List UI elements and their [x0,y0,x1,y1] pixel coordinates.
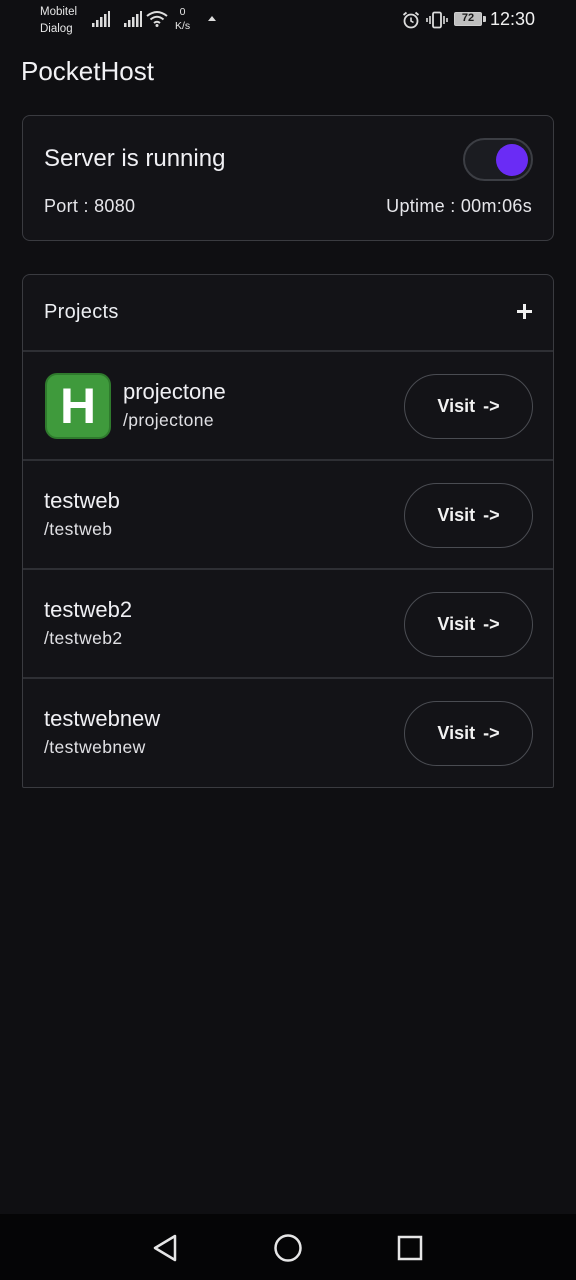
uptime-text: Uptime : 00m:06s [386,196,532,216]
project-row: testweb2 /testweb2 Visit -> [23,570,553,679]
project-path: /testwebnew [44,737,146,757]
port-text: Port : 8080 [44,196,136,216]
visit-label: Visit [437,505,476,525]
project-row: H projectone /projectone Visit -> [23,352,553,461]
projects-title: Projects [44,301,119,323]
upload-icon [208,16,216,21]
projects-card: Projects H projectone /projectone Visit -… [22,274,554,788]
carrier-2: Dialog [40,23,73,35]
arrow-icon: -> [483,723,500,743]
battery-icon: 72 [454,12,486,26]
visit-button[interactable]: Visit -> [404,374,533,439]
carrier-names: Mobitel Dialog [40,4,77,38]
server-toggle[interactable] [463,138,533,181]
status-bar: Mobitel Dialog 0 K/s 72 12:30 [0,0,576,44]
net-speed: 0 K/s [175,5,190,33]
wifi-icon [146,11,168,27]
project-name: testweb2 [44,597,133,622]
arrow-icon: -> [483,396,500,416]
project-name: testwebnew [44,706,161,731]
project-path: /testweb2 [44,628,123,648]
app-screen: Mobitel Dialog 0 K/s 72 12:30 PocketHost… [0,0,576,1280]
visit-button[interactable]: Visit -> [404,483,533,548]
signal-icon [92,11,110,27]
project-icon-letter: H [59,378,97,434]
app-title: PocketHost [21,56,154,86]
alarm-icon [402,11,420,29]
project-name: testweb [44,488,120,513]
battery-level: 72 [461,12,475,24]
project-name: projectone [123,379,226,404]
project-path: /projectone [123,410,214,430]
project-row: testweb /testweb Visit -> [23,461,553,570]
arrow-icon: -> [483,505,500,525]
home-icon[interactable] [272,1232,304,1264]
back-icon[interactable] [149,1232,181,1264]
projects-header: Projects [23,275,553,352]
net-speed-unit: K/s [175,20,191,32]
net-speed-value: 0 [179,6,186,18]
arrow-icon: -> [483,614,500,634]
project-row: testwebnew /testwebnew Visit -> [23,679,553,787]
server-status-card: Server is running Port : 8080 Uptime : 0… [22,115,554,241]
toggle-knob [496,144,528,176]
vibrate-icon [426,11,448,29]
carrier-1: Mobitel [40,6,78,18]
visit-label: Visit [437,723,476,743]
visit-button[interactable]: Visit -> [404,701,533,766]
recents-icon[interactable] [394,1232,426,1264]
navigation-bar [0,1214,576,1280]
add-project-button[interactable] [509,296,539,326]
visit-button[interactable]: Visit -> [404,592,533,657]
status-time: 12:30 [490,9,536,29]
server-status-text: Server is running [44,145,226,172]
project-app-icon: H [45,373,111,439]
visit-label: Visit [437,396,476,416]
signal-icon [124,11,142,27]
project-path: /testweb [44,519,113,539]
visit-label: Visit [437,614,476,634]
